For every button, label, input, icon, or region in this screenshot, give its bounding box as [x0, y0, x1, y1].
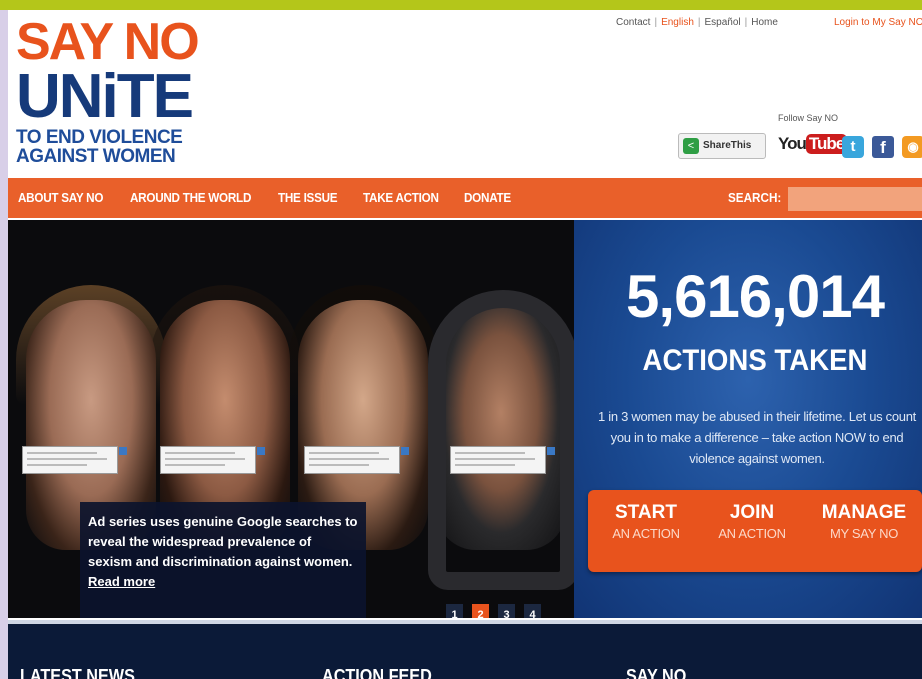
search-input[interactable]	[788, 187, 922, 211]
home-link[interactable]: Home	[751, 17, 778, 28]
twitter-icon[interactable]: t	[842, 136, 864, 158]
search-label: SEARCH:	[728, 190, 782, 205]
slide-page-2[interactable]: 2	[472, 604, 489, 618]
search-overlay-2	[160, 446, 265, 474]
bottom-sections: LATEST NEWS ACTION FEED SAY NO	[8, 620, 922, 679]
slide-page-4[interactable]: 4	[524, 604, 541, 618]
latest-news-heading: LATEST NEWS	[20, 666, 135, 679]
read-more-link[interactable]: Read more	[88, 574, 155, 589]
sharethis-button[interactable]: < ShareThis	[678, 133, 766, 159]
separator: |	[744, 17, 748, 28]
sharethis-label: ShareThis	[703, 140, 752, 151]
logo-say-no: SAY NO	[16, 13, 200, 71]
search-overlay-1	[22, 446, 127, 474]
separator: |	[697, 17, 701, 28]
separator: |	[654, 17, 658, 28]
actions-taken-label: ACTIONS TAKEN	[642, 344, 868, 377]
start-sublabel: AN ACTION	[612, 526, 680, 541]
rss-icon[interactable]: ◉	[902, 136, 922, 158]
caption-text: Ad series uses genuine Google searches t…	[88, 514, 358, 569]
join-sublabel: AN ACTION	[718, 526, 786, 541]
slide-page-1[interactable]: 1	[446, 604, 463, 618]
left-edge	[0, 10, 8, 679]
espanol-link[interactable]: Español	[705, 17, 741, 28]
youtube-tube: Tube	[805, 134, 848, 154]
nav-take-action[interactable]: TAKE ACTION	[363, 190, 439, 205]
youtube-you: You	[778, 134, 807, 153]
manage-sublabel: MY SAY NO	[829, 526, 899, 541]
nav-around-the-world[interactable]: AROUND THE WORLD	[130, 190, 251, 205]
join-label: JOIN	[729, 502, 775, 523]
search-overlay-3	[304, 446, 409, 474]
logo-tagline-2: AGAINST WOMEN	[16, 146, 176, 167]
manage-label: MANAGE	[821, 502, 907, 523]
top-accent-bar	[0, 0, 922, 10]
nav-about-say-no[interactable]: ABOUT SAY NO	[18, 190, 103, 205]
manage-say-no-button[interactable]: MANAGE MY SAY NO	[814, 502, 914, 544]
logo-unite: UNiTE	[16, 62, 194, 131]
follow-label: Follow Say NO	[778, 113, 839, 123]
start-label: START	[615, 502, 677, 523]
nav-the-issue[interactable]: THE ISSUE	[278, 190, 338, 205]
start-action-button[interactable]: START AN ACTION	[596, 502, 696, 544]
search-overlay-4	[450, 446, 555, 474]
actions-panel: 5,616,014 ACTIONS TAKEN 1 in 3 women may…	[574, 220, 922, 618]
login-link[interactable]: Login to My Say NO	[834, 17, 922, 28]
utility-links: Contact | English | Español | Home	[616, 17, 778, 28]
hero-slideshow[interactable]: Ad series uses genuine Google searches t…	[8, 220, 574, 618]
contact-link[interactable]: Contact	[616, 17, 650, 28]
english-link[interactable]: English	[661, 17, 694, 28]
share-icon: <	[683, 138, 699, 154]
logo-tagline-1: TO END VIOLENCE	[16, 127, 183, 148]
page: SAY NO UNiTE TO END VIOLENCE AGAINST WOM…	[8, 10, 922, 679]
slide-caption-text: Ad series uses genuine Google searches t…	[88, 512, 358, 592]
say-no-heading: SAY NO	[626, 666, 687, 679]
main-nav: ABOUT SAY NO AROUND THE WORLD THE ISSUE …	[8, 178, 922, 218]
actions-blurb: 1 in 3 women may be abused in their life…	[598, 409, 916, 466]
nav-donate[interactable]: DONATE	[464, 190, 511, 205]
actions-count: 5,616,014	[626, 263, 885, 330]
action-buttons: START AN ACTION JOIN AN ACTION MANAGE MY…	[588, 490, 922, 572]
site-logo[interactable]: SAY NO UNiTE TO END VIOLENCE AGAINST WOM…	[16, 16, 206, 176]
youtube-icon[interactable]: You Tube	[778, 134, 848, 160]
action-feed-heading: ACTION FEED	[322, 666, 432, 679]
hijab	[428, 290, 574, 590]
slide-caption: Ad series uses genuine Google searches t…	[80, 502, 366, 618]
slide-page-3[interactable]: 3	[498, 604, 515, 618]
join-action-button[interactable]: JOIN AN ACTION	[702, 502, 802, 544]
facebook-icon[interactable]: f	[872, 136, 894, 158]
